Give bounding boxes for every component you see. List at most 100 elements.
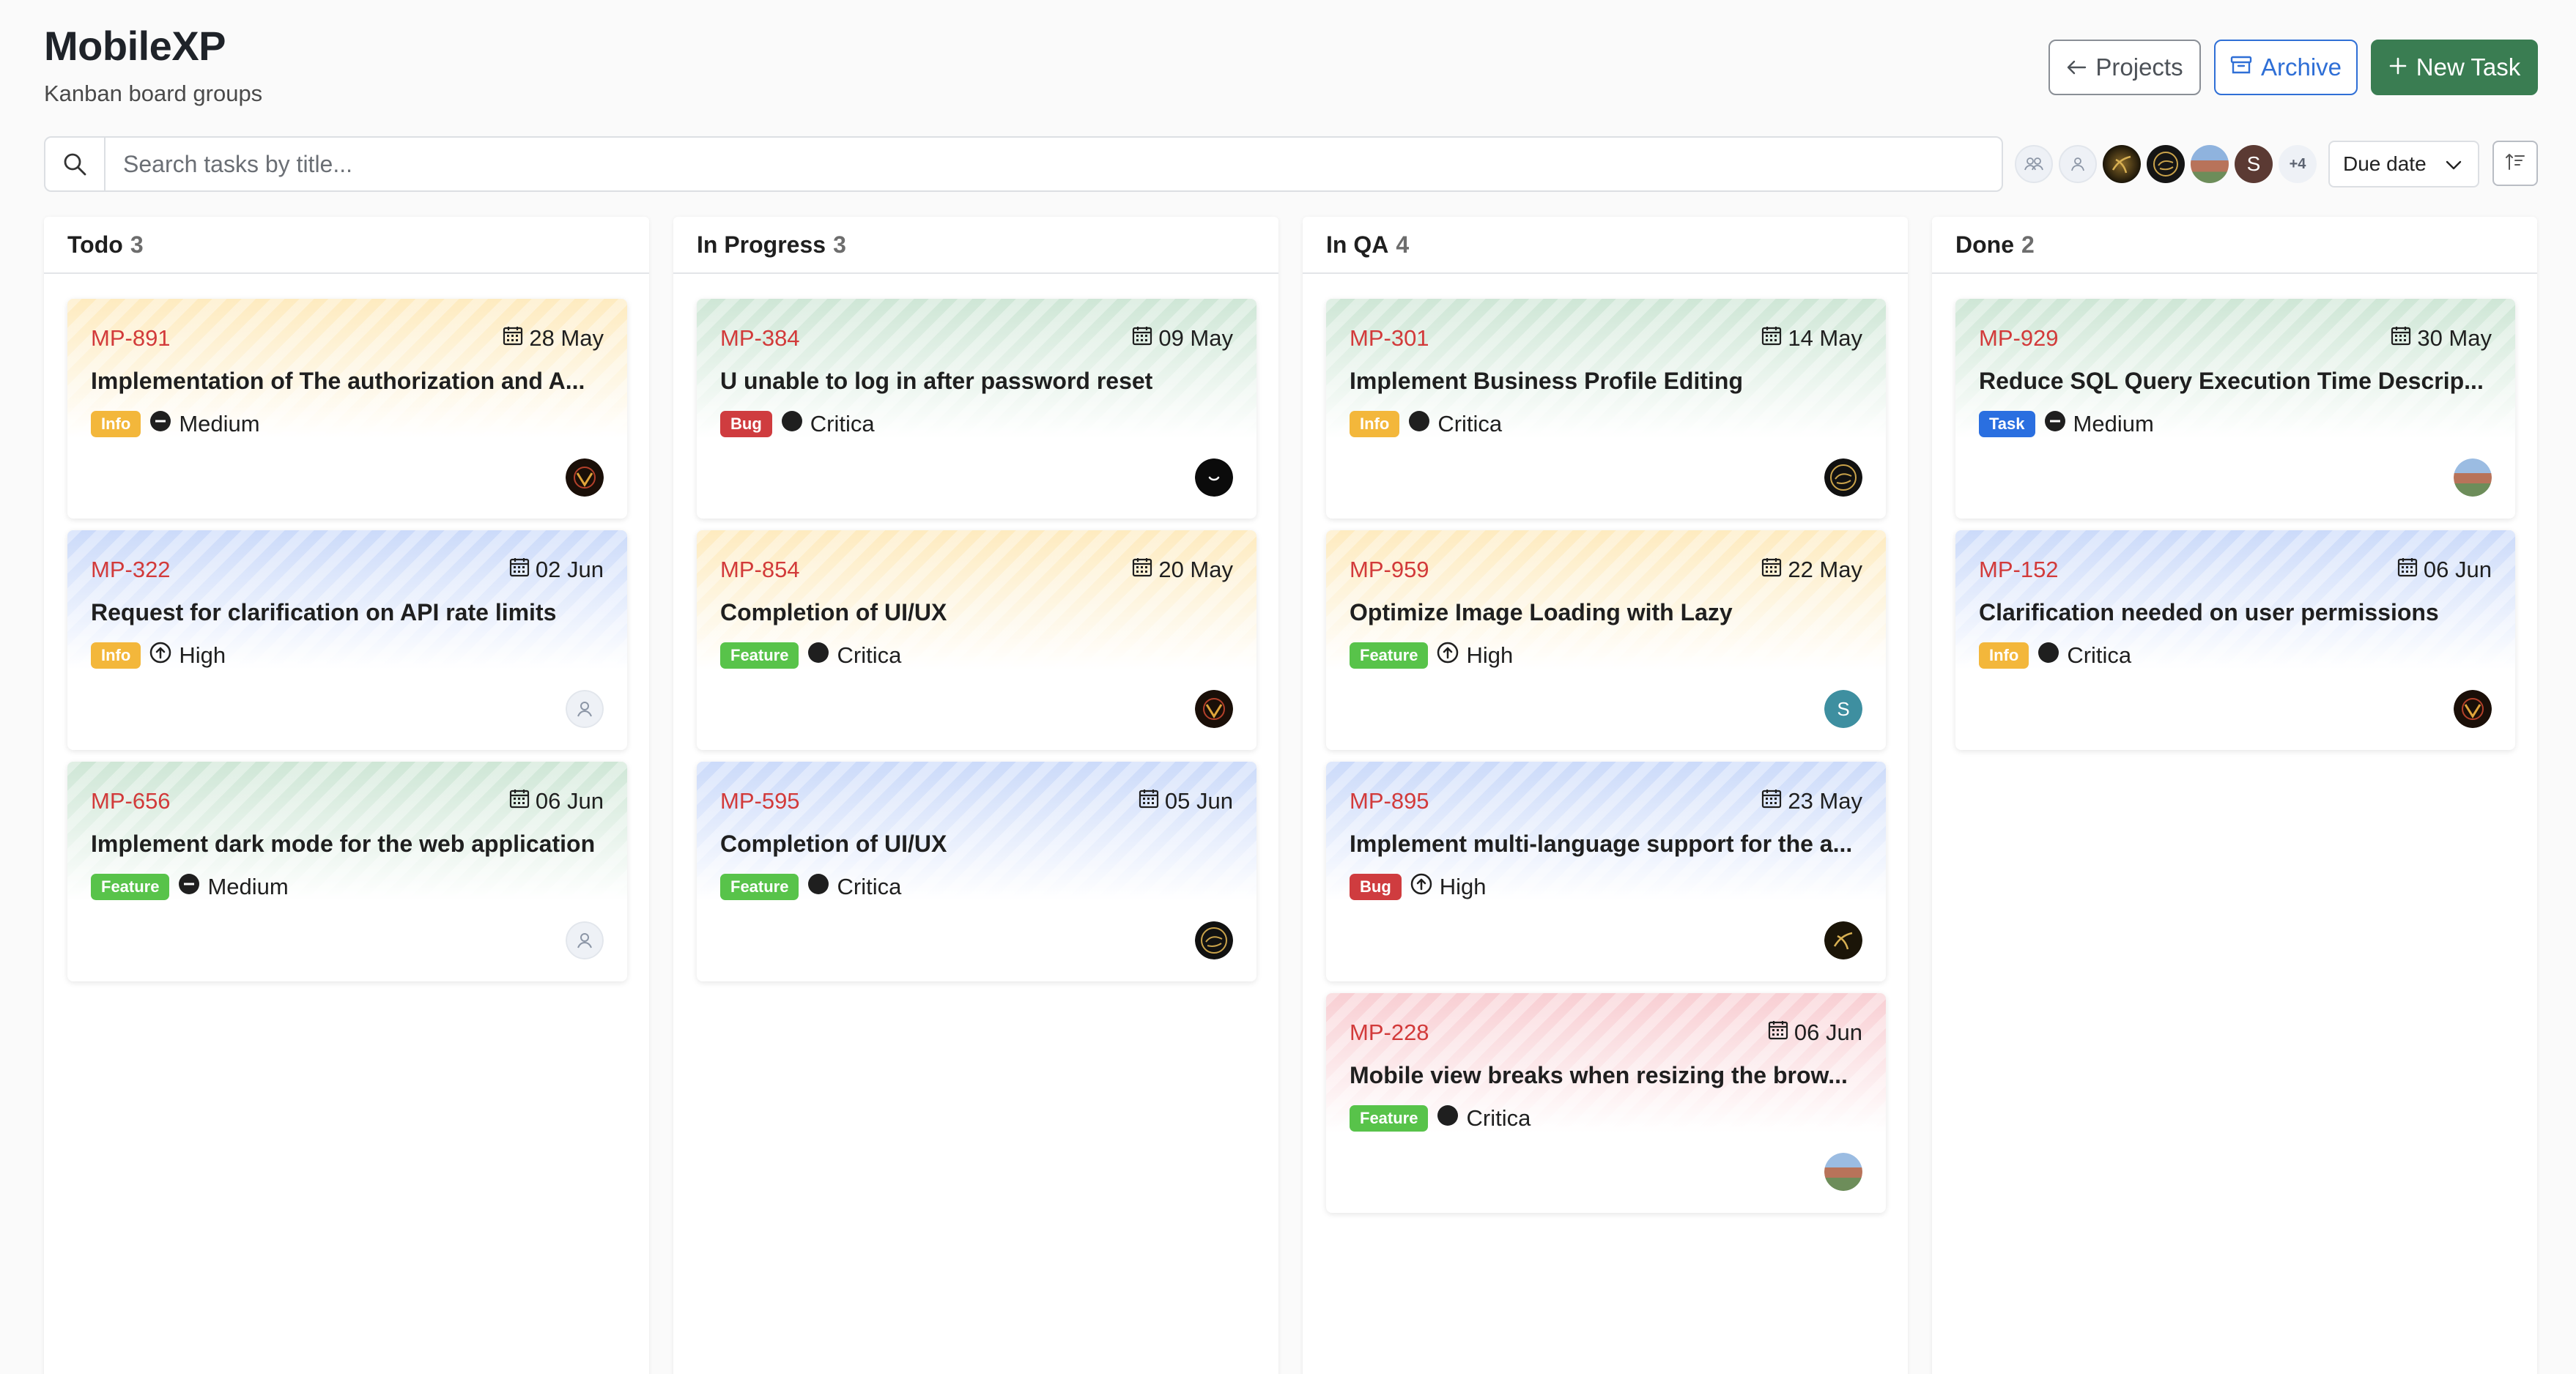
task-title[interactable]: Completion of UI/UX [720, 599, 1233, 626]
task-meta: Bug High [1350, 873, 1487, 901]
task-id[interactable]: MP-854 [720, 557, 800, 583]
member-avatar[interactable] [2103, 145, 2141, 183]
task-card[interactable]: MP-322 02 Jun Request for clarification on… [67, 530, 627, 750]
priority-label: Medium [179, 411, 260, 437]
priority-high-icon [1410, 873, 1432, 901]
due-date-text: 06 Jun [2423, 557, 2492, 582]
task-meta: Feature Critica [1350, 1104, 1531, 1132]
due-date-text: 09 May [1158, 325, 1233, 351]
task-id[interactable]: MP-152 [1979, 557, 2059, 583]
task-card[interactable]: MP-929 30 May Reduce SQL Query Execution T… [1955, 299, 2515, 519]
priority: Critica [807, 873, 901, 901]
task-meta: Feature Medium [91, 873, 289, 901]
page-subtitle: Kanban board groups [44, 81, 263, 106]
new-task-button[interactable]: New Task [2371, 40, 2538, 95]
due-date-text: 23 May [1788, 788, 1862, 814]
calendar-icon [2391, 325, 2411, 352]
column-count: 2 [2021, 231, 2035, 258]
task-title[interactable]: Optimize Image Loading with Lazy [1350, 599, 1862, 626]
task-title[interactable]: Implement multi-language support for the… [1350, 831, 1862, 858]
group-filter-icon[interactable] [2015, 145, 2053, 183]
due-date-text: 30 May [2417, 325, 2492, 351]
task-title[interactable]: Implement Business Profile Editing [1350, 368, 1862, 395]
sort-direction-button[interactable] [2492, 141, 2538, 186]
calendar-icon [1132, 557, 1152, 583]
task-id[interactable]: MP-322 [91, 557, 171, 583]
priority-medium-icon [149, 410, 171, 438]
priority: High [1437, 642, 1513, 669]
task-card[interactable]: MP-228 06 Jun Mobile view breaks when resi… [1326, 993, 1886, 1213]
task-meta: Feature Critica [720, 873, 901, 901]
task-title[interactable]: Request for clarification on API rate li… [91, 599, 604, 626]
task-type-badge: Feature [91, 874, 170, 900]
task-title[interactable]: Implement dark mode for the web applicat… [91, 831, 604, 858]
member-avatar[interactable] [2191, 145, 2229, 183]
assignee-avatar[interactable] [1824, 1153, 1862, 1191]
task-id[interactable]: MP-595 [720, 788, 800, 814]
assignee-avatar[interactable] [1824, 921, 1862, 959]
unassigned-filter-icon[interactable] [2059, 145, 2097, 183]
assignee-avatar[interactable] [1824, 458, 1862, 497]
task-id[interactable]: MP-891 [91, 325, 171, 352]
task-title[interactable]: Completion of UI/UX [720, 831, 1233, 858]
assignee-avatar[interactable] [1195, 458, 1233, 497]
priority: Critica [1437, 1104, 1531, 1132]
task-title[interactable]: Mobile view breaks when resizing the bro… [1350, 1062, 1862, 1089]
archive-button[interactable]: Archive [2214, 40, 2358, 95]
calendar-icon [2397, 557, 2418, 583]
task-id[interactable]: MP-384 [720, 325, 800, 352]
task-card[interactable]: MP-959 22 May Optimize Image Loading with … [1326, 530, 1886, 750]
assignee-avatar[interactable] [1195, 921, 1233, 959]
task-id[interactable]: MP-895 [1350, 788, 1429, 814]
task-card[interactable]: MP-301 14 May Implement Business Profile E… [1326, 299, 1886, 519]
assignee-avatar[interactable] [2454, 458, 2492, 497]
due-date-text: 22 May [1788, 557, 1862, 582]
task-type-badge: Info [91, 642, 141, 669]
task-id[interactable]: MP-959 [1350, 557, 1429, 583]
task-meta: Feature Critica [720, 642, 901, 669]
task-id[interactable]: MP-228 [1350, 1020, 1429, 1046]
task-card[interactable]: MP-595 05 Jun Completion of UI/UX Feature Cr… [697, 762, 1256, 981]
priority-high-icon [149, 642, 171, 669]
task-card[interactable]: MP-854 20 May Completion of UI/UX Feature Cr… [697, 530, 1256, 750]
task-title[interactable]: Implementation of The authorization and … [91, 368, 604, 395]
task-id[interactable]: MP-656 [91, 788, 171, 814]
assignee-avatar[interactable] [2454, 690, 2492, 728]
task-meta: Info Medium [91, 410, 260, 438]
search-input[interactable] [106, 138, 2002, 190]
projects-button[interactable]: Projects [2048, 40, 2201, 95]
priority-critical-icon [781, 410, 803, 438]
task-title[interactable]: U unable to log in after password reset [720, 368, 1233, 395]
task-title[interactable]: Clarification needed on user permissions [1979, 599, 2492, 626]
chevron-down-icon [2446, 152, 2462, 176]
task-card[interactable]: MP-895 23 May Implement multi-language sup… [1326, 762, 1886, 981]
assignee-avatar[interactable] [566, 458, 604, 497]
column-header: In QA 4 [1303, 217, 1908, 274]
member-avatar[interactable]: S [2235, 145, 2273, 183]
member-avatar[interactable] [2147, 145, 2185, 183]
task-meta: Task Medium [1979, 410, 2154, 438]
priority: Medium [178, 873, 289, 901]
more-members-badge[interactable]: +4 [2279, 145, 2317, 183]
priority-label: Critica [2067, 642, 2132, 668]
task-id[interactable]: MP-929 [1979, 325, 2059, 352]
archive-button-label: Archive [2260, 53, 2342, 81]
assignee-avatar[interactable] [566, 690, 604, 728]
task-card[interactable]: MP-656 06 Jun Implement dark mode for the … [67, 762, 627, 981]
assignee-avatar[interactable] [1195, 690, 1233, 728]
assignee-avatar[interactable] [566, 921, 604, 959]
column-count: 3 [833, 231, 846, 258]
task-meta: Info Critica [1979, 642, 2131, 669]
task-title[interactable]: Reduce SQL Query Execution Time Descrip.… [1979, 368, 2492, 395]
task-id[interactable]: MP-301 [1350, 325, 1429, 352]
task-card[interactable]: MP-891 28 May Implementation of The author… [67, 299, 627, 519]
sort-by-select[interactable]: Due date [2328, 141, 2479, 187]
task-card[interactable]: MP-384 09 May U unable to log in after pas… [697, 299, 1256, 519]
sort-ascending-icon [2504, 152, 2526, 176]
due-date: 22 May [1761, 557, 1862, 583]
assignee-avatar[interactable]: S [1824, 690, 1862, 728]
task-card[interactable]: MP-152 06 Jun Clarification needed on user… [1955, 530, 2515, 750]
priority: Medium [149, 410, 260, 438]
column-count: 3 [130, 231, 144, 258]
due-date: 06 Jun [2397, 557, 2492, 583]
